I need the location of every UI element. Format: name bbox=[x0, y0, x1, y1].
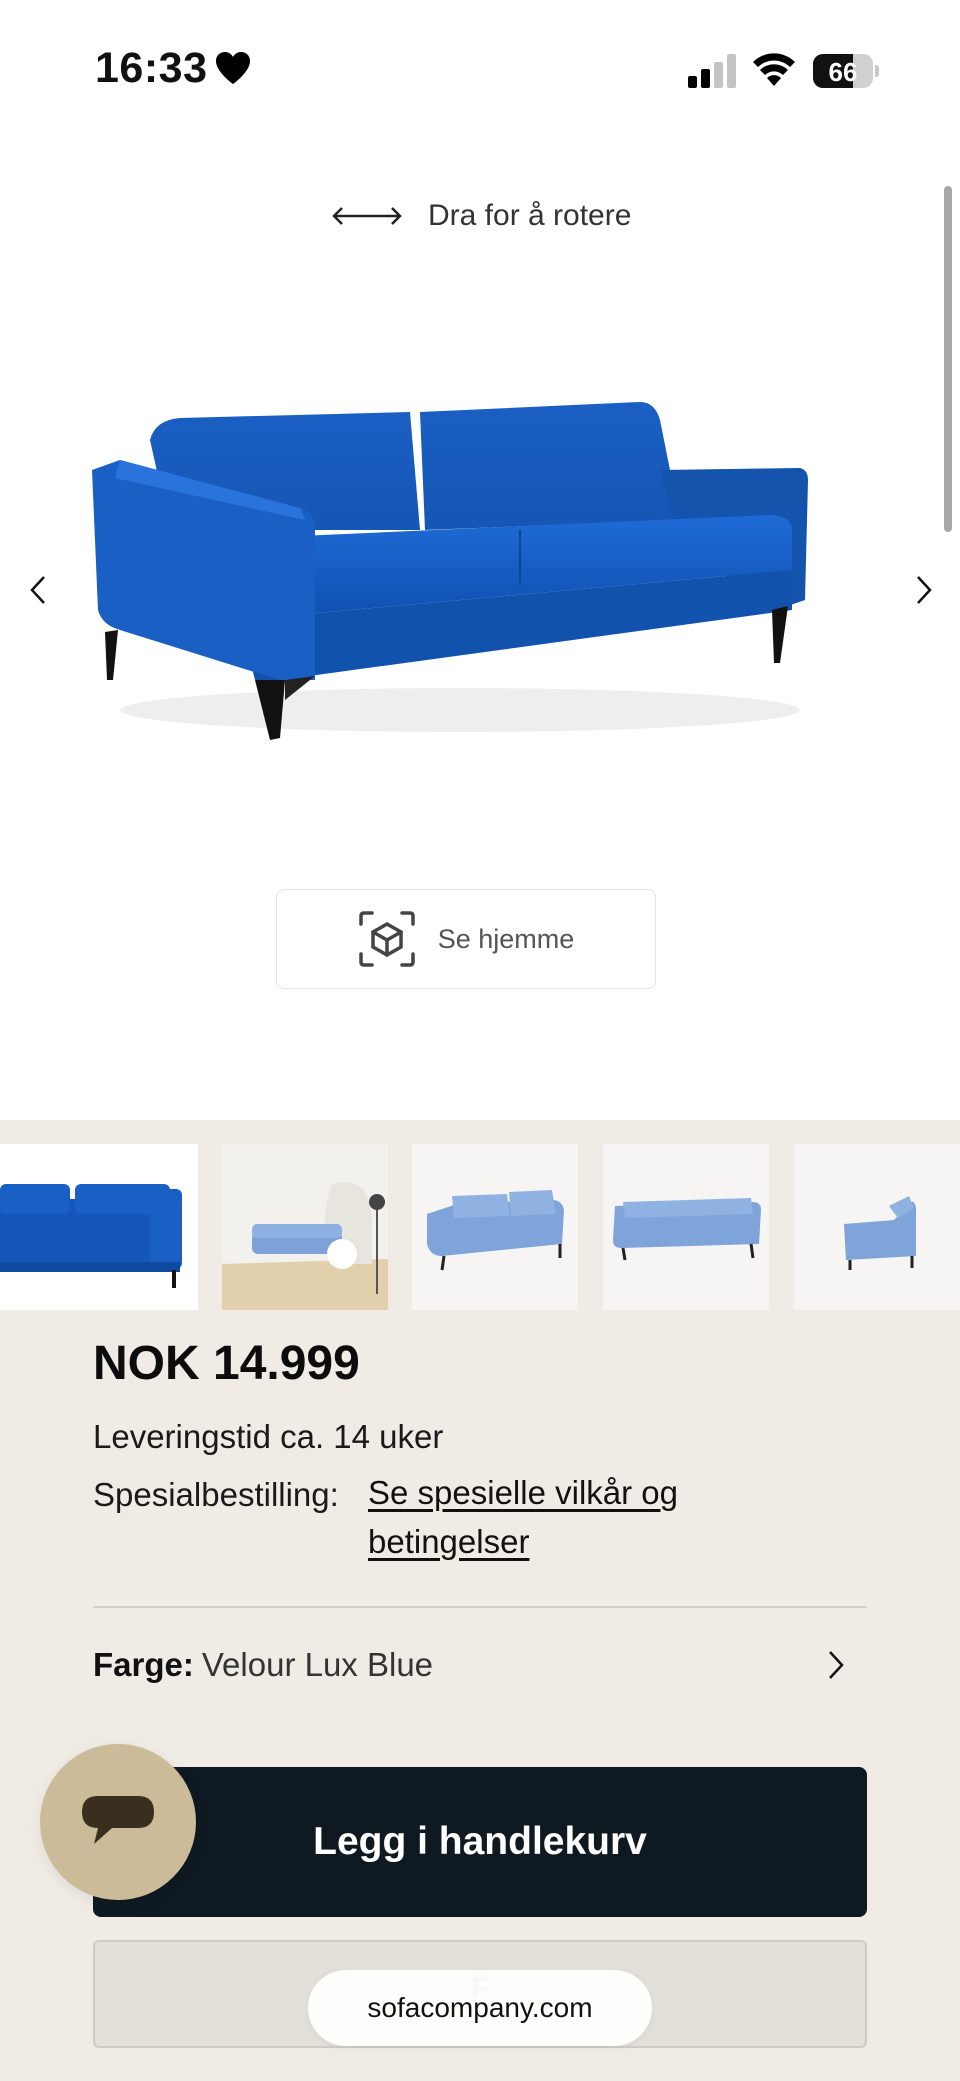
heart-icon bbox=[216, 52, 250, 84]
rotate-hint-text: Dra for å rotere bbox=[428, 199, 632, 232]
color-selector-row[interactable]: Farge: Velour Lux Blue bbox=[93, 1640, 867, 1690]
sofa-product-image bbox=[92, 402, 808, 740]
ar-cube-icon bbox=[358, 911, 415, 967]
browser-url: sofacompany.com bbox=[367, 1992, 593, 2023]
special-terms-link[interactable]: Se spesielle vilkår og betingelser bbox=[368, 1468, 728, 1566]
battery-level: 66 bbox=[828, 57, 858, 87]
previous-image-button[interactable] bbox=[18, 560, 58, 620]
thumbnail-image bbox=[222, 1144, 388, 1310]
add-to-cart-button[interactable]: Legg i handlekurv bbox=[93, 1767, 867, 1917]
view-at-home-label: Se hjemme bbox=[437, 923, 575, 954]
chevron-right-icon bbox=[829, 1651, 844, 1679]
thumbnail-angled-view[interactable] bbox=[412, 1144, 578, 1310]
double-arrow-icon bbox=[332, 207, 402, 225]
thumbnail-image bbox=[0, 1184, 182, 1288]
next-image-button[interactable] bbox=[904, 560, 944, 620]
delivery-time: Leveringstid ca. 14 uker bbox=[93, 1418, 444, 1455]
chevron-right-icon bbox=[917, 576, 932, 604]
add-to-cart-label: Legg i handlekurv bbox=[313, 1820, 647, 1863]
thumbnail-side-view[interactable] bbox=[794, 1144, 960, 1310]
view-at-home-button[interactable]: Se hjemme bbox=[276, 889, 656, 989]
product-price: NOK 14.999 bbox=[93, 1337, 360, 1390]
chat-bubble-icon bbox=[82, 1796, 154, 1844]
page-scrollbar[interactable] bbox=[944, 186, 952, 532]
color-value: Velour Lux Blue bbox=[201, 1646, 434, 1683]
thumbnail-image bbox=[613, 1198, 761, 1261]
thumbnail-back-view[interactable] bbox=[603, 1144, 769, 1310]
thumbnail-front-view[interactable] bbox=[0, 1144, 198, 1310]
thumbnail-strip[interactable] bbox=[0, 1144, 960, 1312]
special-order-label: Spesialbestilling: bbox=[93, 1476, 339, 1513]
thumbnail-room-scene[interactable] bbox=[222, 1144, 388, 1310]
color-label: Farge: bbox=[93, 1646, 194, 1683]
divider bbox=[93, 1606, 867, 1608]
thumbnail-image bbox=[844, 1196, 916, 1270]
wifi-icon bbox=[753, 53, 795, 86]
chat-button[interactable] bbox=[40, 1744, 196, 1900]
status-bar: 16:33 66 bbox=[0, 0, 960, 140]
chevron-left-icon bbox=[30, 576, 45, 604]
product-3d-viewer[interactable] bbox=[0, 260, 960, 820]
thumbnail-image bbox=[427, 1190, 564, 1271]
rotate-hint: Dra for å rotere bbox=[330, 196, 631, 236]
browser-url-bar[interactable]: sofacompany.com bbox=[308, 1970, 652, 2046]
battery-indicator: 66 bbox=[813, 54, 879, 88]
status-time: 16:33 bbox=[95, 44, 208, 92]
cellular-signal-icon bbox=[688, 54, 736, 88]
